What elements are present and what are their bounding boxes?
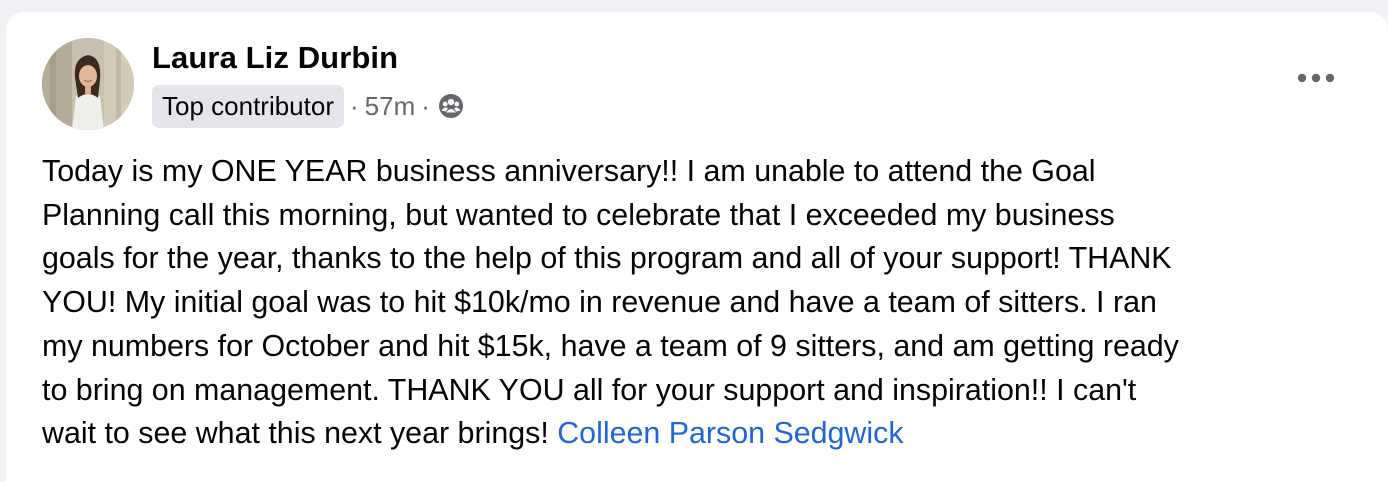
post-body: Today is my ONE YEAR business anniversar… xyxy=(42,150,1362,456)
post-body-line: Today is my ONE YEAR business anniversar… xyxy=(42,154,1096,188)
more-horizontal-icon xyxy=(1297,73,1335,83)
group-members-icon[interactable] xyxy=(438,93,464,119)
mention-link[interactable]: Colleen Parson Sedgwick xyxy=(557,416,903,450)
post-body-line: my numbers for October and hit $15k, hav… xyxy=(42,328,1179,363)
post-timestamp[interactable]: 57m xyxy=(365,91,416,122)
post-body-line: YOU! My initial goal was to hit $10k/mo … xyxy=(42,285,1157,320)
post-card: Laura Liz Durbin Top contributor · 57m ·… xyxy=(6,12,1388,482)
post-body-line: Planning call this morning, but wanted t… xyxy=(42,197,1115,232)
top-contributor-badge[interactable]: Top contributor xyxy=(152,84,344,128)
post-body-line: to bring on management. THANK YOU all fo… xyxy=(42,372,1137,407)
post-body-line: goals for the year, thanks to the help o… xyxy=(42,241,1172,276)
meta-separator: · xyxy=(349,90,359,121)
profile-photo xyxy=(42,38,134,130)
meta-separator: · xyxy=(421,90,430,121)
post-body-last-line: wait to see what this next year brings! … xyxy=(42,412,1362,456)
post-meta: Top contributor · 57m · xyxy=(152,84,464,128)
author-name[interactable]: Laura Liz Durbin xyxy=(152,40,398,76)
more-options-button[interactable] xyxy=(1294,60,1338,96)
author-avatar[interactable] xyxy=(42,38,134,130)
post-body-line: wait to see what this next year brings! xyxy=(42,416,549,451)
